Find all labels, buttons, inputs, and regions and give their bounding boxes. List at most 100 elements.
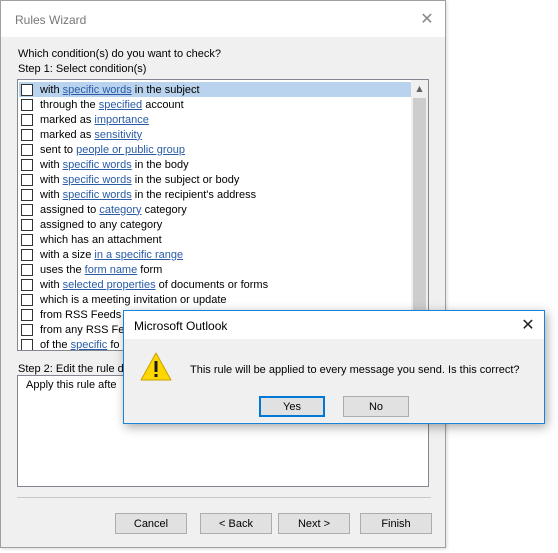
condition-checkbox[interactable] bbox=[21, 113, 33, 126]
condition-value-link[interactable]: selected properties bbox=[63, 279, 156, 291]
condition-checkbox[interactable] bbox=[21, 233, 33, 246]
condition-text: account bbox=[142, 98, 184, 111]
condition-label: of the specific fo bbox=[40, 339, 120, 351]
dialog-close-icon[interactable]: ✕ bbox=[514, 311, 542, 339]
condition-text: with bbox=[40, 158, 63, 171]
condition-text: assigned to any category bbox=[40, 218, 163, 231]
condition-checkbox[interactable] bbox=[21, 308, 33, 321]
condition-text: marked as bbox=[40, 128, 95, 141]
condition-row[interactable]: assigned to any category bbox=[19, 217, 411, 232]
condition-checkbox[interactable] bbox=[21, 83, 33, 96]
condition-row[interactable]: which is a meeting invitation or update bbox=[19, 292, 411, 307]
condition-text: in the body bbox=[131, 158, 189, 171]
condition-value-link[interactable]: specified bbox=[99, 99, 142, 111]
wizard-title: Rules Wizard bbox=[15, 13, 87, 27]
condition-row[interactable]: assigned to category category bbox=[19, 202, 411, 217]
condition-checkbox[interactable] bbox=[21, 218, 33, 231]
condition-row[interactable]: which has an attachment bbox=[19, 232, 411, 247]
condition-checkbox[interactable] bbox=[21, 188, 33, 201]
condition-row[interactable]: with selected properties of documents or… bbox=[19, 277, 411, 292]
condition-label: with specific words in the body bbox=[40, 159, 189, 171]
wizard-title-bar: Rules Wizard bbox=[1, 1, 445, 37]
dialog-message: This rule will be applied to every messa… bbox=[190, 364, 520, 376]
condition-value-link[interactable]: specific words bbox=[63, 159, 132, 171]
condition-checkbox[interactable] bbox=[21, 173, 33, 186]
scroll-up-icon[interactable]: ▲ bbox=[411, 80, 428, 97]
condition-text: in the subject or body bbox=[131, 173, 240, 186]
condition-row[interactable]: uses the form name form bbox=[19, 262, 411, 277]
condition-text: with bbox=[40, 83, 63, 96]
scrollbar-thumb[interactable] bbox=[413, 98, 426, 328]
condition-checkbox[interactable] bbox=[21, 263, 33, 276]
finish-button[interactable]: Finish bbox=[360, 513, 432, 534]
condition-text: uses the bbox=[40, 263, 85, 276]
condition-checkbox[interactable] bbox=[21, 143, 33, 156]
condition-label: through the specified account bbox=[40, 99, 184, 111]
condition-row[interactable]: with specific words in the body bbox=[19, 157, 411, 172]
condition-value-link[interactable]: specific words bbox=[63, 189, 132, 201]
condition-text: with a size bbox=[40, 248, 95, 261]
condition-label: with a size in a specific range bbox=[40, 249, 183, 261]
condition-text: from RSS Feeds v bbox=[40, 308, 130, 321]
next-button[interactable]: Next > bbox=[278, 513, 350, 534]
condition-value-link[interactable]: in a specific range bbox=[94, 249, 183, 261]
condition-label: with specific words in the recipient's a… bbox=[40, 189, 256, 201]
condition-value-link[interactable]: importance bbox=[94, 114, 148, 126]
condition-text: category bbox=[141, 203, 187, 216]
condition-label: uses the form name form bbox=[40, 264, 162, 276]
condition-text: of the bbox=[40, 338, 71, 351]
condition-text: in the recipient's address bbox=[131, 188, 257, 201]
condition-checkbox[interactable] bbox=[21, 98, 33, 111]
condition-label: sent to people or public group bbox=[40, 144, 185, 156]
condition-row[interactable]: through the specified account bbox=[19, 97, 411, 112]
condition-value-link[interactable]: people or public group bbox=[76, 144, 185, 156]
button-separator bbox=[17, 497, 431, 498]
condition-text: assigned to bbox=[40, 203, 100, 216]
condition-text: with bbox=[40, 278, 63, 291]
condition-row[interactable]: with specific words in the subject or bo… bbox=[19, 172, 411, 187]
condition-text: in the subject bbox=[131, 83, 200, 96]
condition-row[interactable]: with a size in a specific range bbox=[19, 247, 411, 262]
question-label: Which condition(s) do you want to check? bbox=[18, 48, 221, 60]
rules-wizard-window: Rules Wizard ✕ Which condition(s) do you… bbox=[0, 0, 446, 548]
condition-checkbox[interactable] bbox=[21, 338, 33, 350]
condition-checkbox[interactable] bbox=[21, 203, 33, 216]
dialog-title: Microsoft Outlook bbox=[134, 319, 228, 333]
condition-checkbox[interactable] bbox=[21, 293, 33, 306]
condition-label: with selected properties of documents or… bbox=[40, 279, 268, 291]
condition-value-link[interactable]: specific words bbox=[63, 174, 132, 186]
dialog-title-bar: Microsoft Outlook bbox=[124, 311, 544, 339]
condition-label: with specific words in the subject or bo… bbox=[40, 174, 239, 186]
condition-row[interactable]: with specific words in the subject bbox=[19, 82, 411, 97]
condition-label: marked as sensitivity bbox=[40, 129, 142, 141]
rule-description-text: Apply this rule afte bbox=[26, 379, 117, 391]
condition-checkbox[interactable] bbox=[21, 278, 33, 291]
condition-text: with bbox=[40, 188, 63, 201]
no-button[interactable]: No bbox=[343, 396, 409, 417]
condition-row[interactable]: marked as importance bbox=[19, 112, 411, 127]
condition-checkbox[interactable] bbox=[21, 248, 33, 261]
condition-value-link[interactable]: specific bbox=[71, 339, 108, 351]
condition-text: through the bbox=[40, 98, 99, 111]
condition-text: of documents or forms bbox=[155, 278, 269, 291]
warning-icon bbox=[140, 352, 172, 381]
condition-label: which is a meeting invitation or update bbox=[40, 294, 227, 306]
cancel-button[interactable]: Cancel bbox=[115, 513, 187, 534]
yes-button[interactable]: Yes bbox=[259, 396, 325, 417]
condition-label: with specific words in the subject bbox=[40, 84, 200, 96]
condition-checkbox[interactable] bbox=[21, 323, 33, 336]
condition-label: from RSS Feeds v bbox=[40, 309, 130, 321]
condition-row[interactable]: sent to people or public group bbox=[19, 142, 411, 157]
condition-checkbox[interactable] bbox=[21, 128, 33, 141]
condition-row[interactable]: marked as sensitivity bbox=[19, 127, 411, 142]
condition-text: form bbox=[137, 263, 163, 276]
condition-value-link[interactable]: category bbox=[99, 204, 141, 216]
condition-text: which is a meeting invitation or update bbox=[40, 293, 227, 306]
back-button[interactable]: < Back bbox=[200, 513, 272, 534]
condition-value-link[interactable]: specific words bbox=[63, 84, 132, 96]
wizard-close-icon[interactable]: ✕ bbox=[413, 5, 441, 33]
condition-value-link[interactable]: sensitivity bbox=[94, 129, 142, 141]
condition-value-link[interactable]: form name bbox=[85, 264, 138, 276]
condition-row[interactable]: with specific words in the recipient's a… bbox=[19, 187, 411, 202]
condition-checkbox[interactable] bbox=[21, 158, 33, 171]
